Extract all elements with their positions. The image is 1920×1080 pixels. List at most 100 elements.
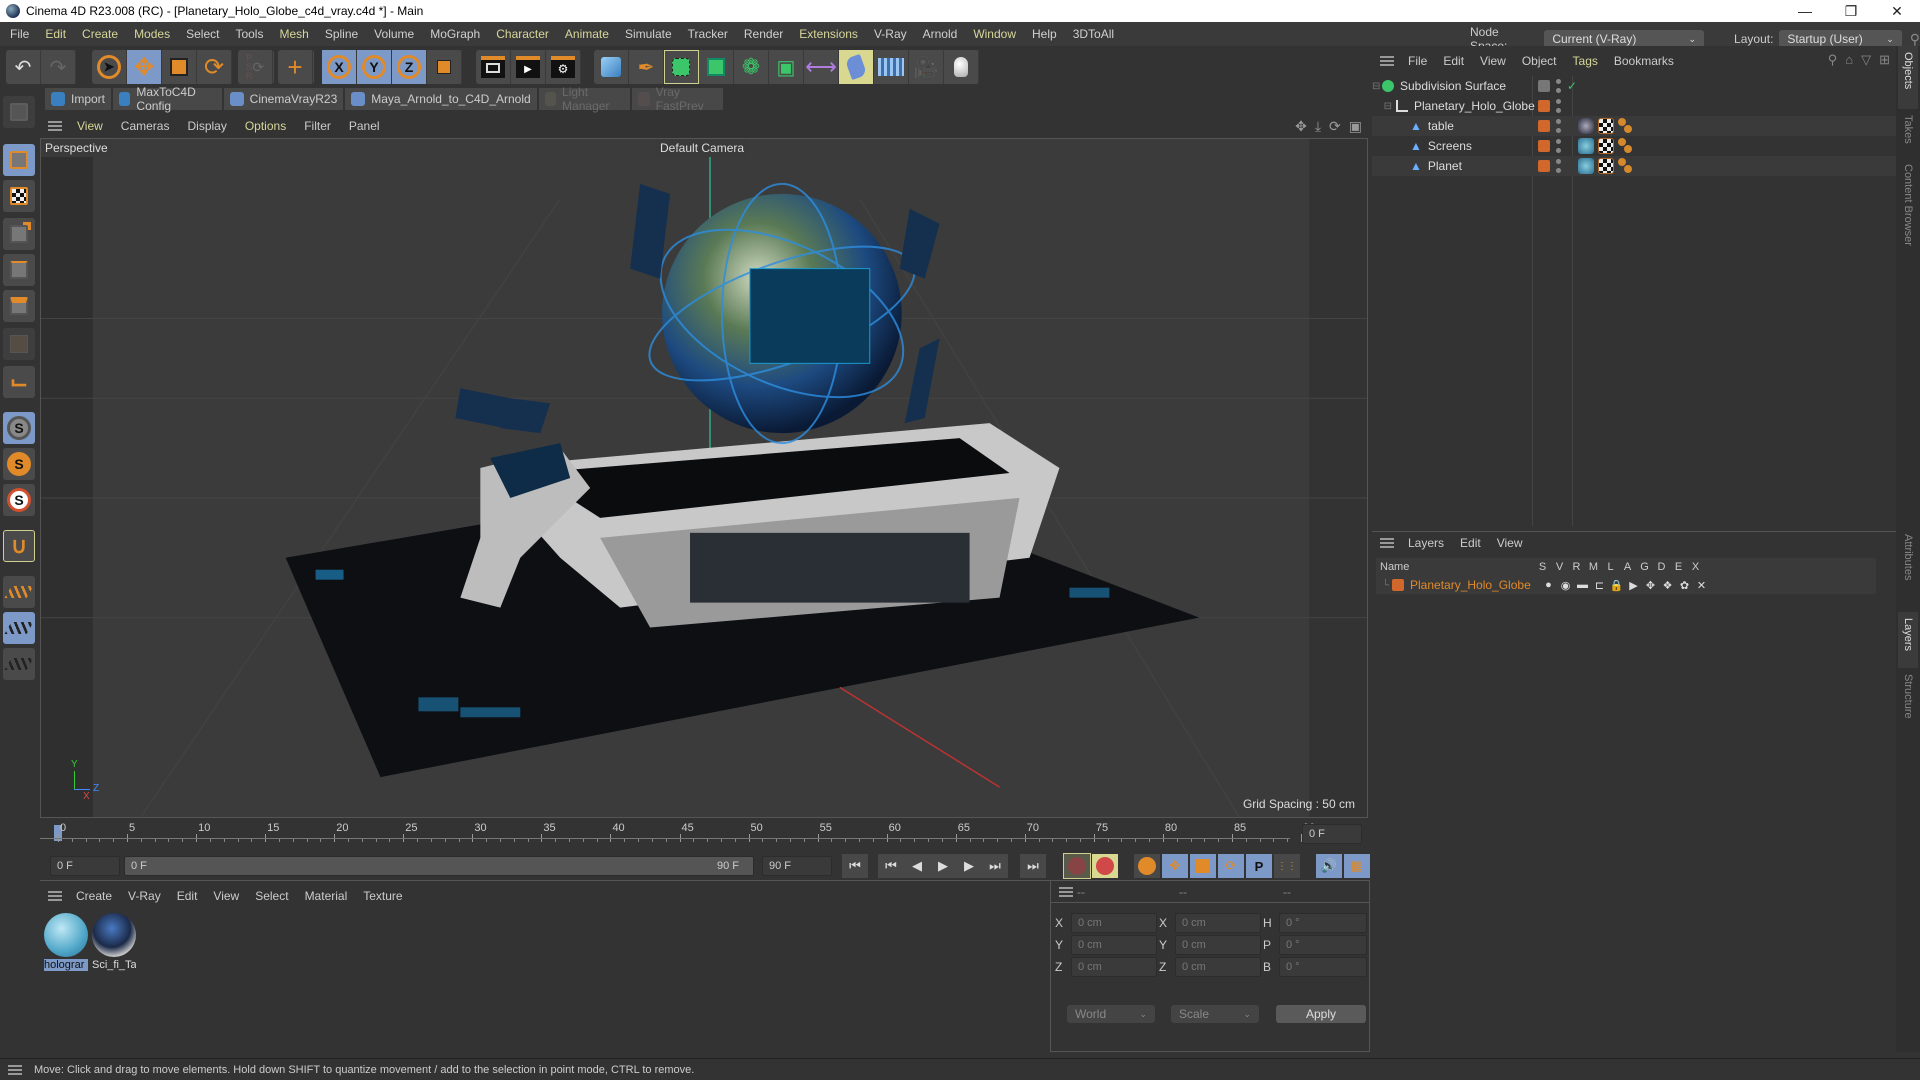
- coord-field[interactable]: 0 °: [1279, 913, 1367, 933]
- layer-menu-edit[interactable]: Edit: [1452, 536, 1489, 550]
- hamburger-menu-icon[interactable]: [48, 891, 62, 901]
- layer-color-swatch[interactable]: [1538, 140, 1550, 152]
- texture-mode-icon[interactable]: [3, 180, 35, 212]
- visibility-dots-icon[interactable]: [1556, 99, 1561, 113]
- object-name[interactable]: table: [1428, 119, 1534, 133]
- menu-help[interactable]: Help: [1024, 27, 1065, 41]
- next-key-icon[interactable]: ⏭: [982, 854, 1008, 878]
- key-scale-icon[interactable]: [1190, 854, 1216, 878]
- generators-icon[interactable]: ✥: [1642, 579, 1659, 592]
- side-tab-structure[interactable]: Structure: [1898, 668, 1918, 745]
- extrude-icon[interactable]: [699, 50, 734, 84]
- menu-modes[interactable]: Modes: [126, 27, 178, 41]
- rotate-view-icon[interactable]: ⟳: [1329, 118, 1341, 135]
- object-name[interactable]: Subdivision Surface: [1400, 79, 1534, 93]
- layer-column-a[interactable]: A: [1619, 561, 1636, 573]
- menu-edit[interactable]: Edit: [37, 27, 74, 41]
- axis-mode-icon[interactable]: ⌙: [3, 366, 35, 398]
- object-row[interactable]: ⊟ Planetary_Holo_Globe: [1372, 96, 1896, 116]
- material-menu-edit[interactable]: Edit: [169, 889, 206, 903]
- close-button[interactable]: ✕: [1874, 0, 1920, 22]
- deformer-icon[interactable]: ⟷: [804, 50, 839, 84]
- add-move-icon[interactable]: +: [278, 50, 313, 84]
- dolly-view-icon[interactable]: ⤓: [1315, 118, 1321, 135]
- start-frame-field[interactable]: 0 F: [50, 856, 120, 876]
- solo-icon[interactable]: ●: [1540, 579, 1557, 591]
- floor-icon[interactable]: [874, 50, 909, 84]
- vray-tag-icon[interactable]: [1618, 138, 1634, 154]
- locked-workplane-icon[interactable]: [3, 612, 35, 644]
- coord-field[interactable]: 0 °: [1279, 935, 1367, 955]
- cube-icon[interactable]: [594, 50, 629, 84]
- layer-menu-layers[interactable]: Layers: [1400, 536, 1452, 550]
- soft-snap-icon[interactable]: S: [3, 484, 35, 516]
- redo-icon[interactable]: ↷: [41, 50, 76, 84]
- rotate-icon[interactable]: ⟳: [197, 50, 232, 84]
- timeline-ruler[interactable]: 051015202530354045505560657075808590 0 F: [40, 820, 1370, 848]
- record-icon[interactable]: [1063, 853, 1091, 879]
- camera-icon[interactable]: 🎥: [909, 50, 944, 84]
- undo-icon[interactable]: ↶: [6, 50, 41, 84]
- menu-character[interactable]: Character: [488, 27, 557, 41]
- menu-v-ray[interactable]: V-Ray: [866, 27, 915, 41]
- goto-end-icon[interactable]: ⏭: [1020, 854, 1046, 878]
- edge-mode-icon[interactable]: [3, 254, 35, 286]
- lock-icon[interactable]: 🔒: [1608, 579, 1625, 592]
- layer-column-l[interactable]: L: [1602, 561, 1619, 573]
- prev-frame-icon[interactable]: ◀: [904, 854, 930, 878]
- menu-file[interactable]: File: [2, 27, 37, 41]
- layer-color-swatch[interactable]: [1392, 579, 1404, 591]
- uv-mode-icon[interactable]: [3, 328, 35, 360]
- material-menu-v-ray[interactable]: V-Ray: [120, 889, 169, 903]
- menu-simulate[interactable]: Simulate: [617, 27, 680, 41]
- key-pla-icon[interactable]: ⋮⋮: [1274, 854, 1300, 878]
- plugin-light-manager[interactable]: Light Manager: [538, 85, 631, 113]
- x-axis-icon[interactable]: X: [322, 50, 357, 84]
- hamburger-menu-icon[interactable]: [1380, 537, 1394, 548]
- frame-range-slider[interactable]: 0 F 90 F: [124, 856, 754, 876]
- coord-mode-dropdown[interactable]: Scale ⌄: [1171, 1005, 1259, 1023]
- coord-field[interactable]: 0 cm: [1175, 957, 1261, 977]
- psr-icon[interactable]: P S R ⟳: [238, 50, 273, 84]
- select-arrow-icon[interactable]: ➤: [92, 50, 127, 84]
- material-scifi-table[interactable]: Sci_fi_Tal: [92, 913, 136, 973]
- snap-icon[interactable]: S: [3, 412, 35, 444]
- layer-column-d[interactable]: D: [1653, 561, 1670, 573]
- mograph-icon[interactable]: ▣: [769, 50, 804, 84]
- render-settings-icon[interactable]: ⚙: [546, 50, 581, 84]
- expressions-icon[interactable]: ✿: [1676, 579, 1693, 592]
- side-tab-objects[interactable]: Objects: [1898, 46, 1918, 109]
- object-menu-edit[interactable]: Edit: [1435, 54, 1472, 68]
- manager-icon[interactable]: ⊏: [1591, 579, 1608, 592]
- render-icon[interactable]: ▬: [1574, 579, 1591, 591]
- object-menu-bookmarks[interactable]: Bookmarks: [1606, 54, 1682, 68]
- make-editable-icon[interactable]: [3, 96, 35, 128]
- menu-extensions[interactable]: Extensions: [791, 27, 866, 41]
- workplane-icon[interactable]: [3, 576, 35, 608]
- key-rotation-icon[interactable]: ⟳: [1218, 854, 1244, 878]
- menu-spline[interactable]: Spline: [317, 27, 366, 41]
- scale-icon[interactable]: [162, 50, 197, 84]
- vray-tag-icon[interactable]: [1618, 118, 1634, 134]
- material-menu-select[interactable]: Select: [247, 889, 296, 903]
- object-row[interactable]: ▲ table: [1372, 116, 1896, 136]
- layer-name[interactable]: Planetary_Holo_Globe: [1410, 578, 1540, 592]
- end-frame-field[interactable]: 90 F: [762, 856, 832, 876]
- coord-field[interactable]: 0 cm: [1175, 913, 1261, 933]
- side-tab-takes[interactable]: Takes: [1898, 109, 1918, 158]
- object-name[interactable]: Screens: [1428, 139, 1534, 153]
- viewport-menu-view[interactable]: View: [68, 119, 112, 133]
- deformers-icon[interactable]: ❖: [1659, 579, 1676, 592]
- material-tag-icon[interactable]: [1578, 118, 1594, 134]
- menu-tracker[interactable]: Tracker: [680, 27, 736, 41]
- keyframe-settings-icon[interactable]: [1134, 854, 1160, 878]
- uvw-tag-icon[interactable]: [1598, 118, 1614, 134]
- hamburger-menu-icon[interactable]: [8, 1064, 22, 1075]
- key-param-icon[interactable]: P: [1246, 854, 1272, 878]
- menu-window[interactable]: Window: [965, 27, 1024, 41]
- layer-column-name[interactable]: Name: [1376, 561, 1534, 573]
- material-tag-icon[interactable]: [1578, 138, 1594, 154]
- viewport-menu-cameras[interactable]: Cameras: [112, 119, 179, 133]
- magnet-icon[interactable]: ∪: [3, 530, 35, 562]
- render-view-icon[interactable]: [476, 50, 511, 84]
